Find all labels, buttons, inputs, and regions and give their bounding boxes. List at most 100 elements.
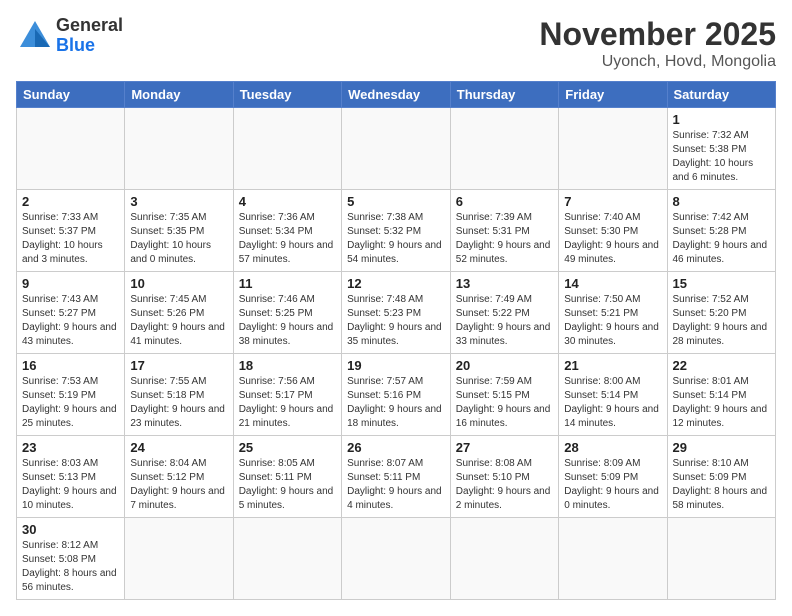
calendar-cell: 4 Sunrise: 7:36 AM Sunset: 5:34 PM Daylig… <box>233 190 341 272</box>
weekday-header-tuesday: Tuesday <box>233 82 341 108</box>
calendar-cell: 26Sunrise: 8:07 AM Sunset: 5:11 PM Dayli… <box>342 436 451 518</box>
calendar-cell: 18 Sunrise: 7:56 AM Sunset: 5:17 PM Dayli… <box>233 354 341 436</box>
day-info: Sunrise: 8:04 AM Sunset: 5:12 PM Dayligh… <box>130 457 227 513</box>
day-number: 24 <box>130 440 227 455</box>
day-number: 1 <box>673 112 771 127</box>
day-info: Sunrise: 7:33 AM Sunset: 5:37 PM Dayligh… <box>22 211 119 267</box>
day-number: 3 <box>130 194 227 209</box>
day-info: Sunrise: 7:56 AM Sunset: 5:17 PM Dayligh… <box>239 375 336 431</box>
day-number: 22 <box>673 358 771 373</box>
weekday-header-thursday: Thursday <box>450 82 558 108</box>
logo-wrap: General Blue <box>16 16 123 56</box>
calendar-cell: 20 Sunrise: 7:59 AM Sunset: 5:15 PM Dayli… <box>450 354 558 436</box>
day-info: Sunrise: 7:45 AM Sunset: 5:26 PM Dayligh… <box>130 293 227 349</box>
day-number: 11 <box>239 276 336 291</box>
logo-general: General <box>56 16 123 36</box>
calendar-cell <box>559 518 667 600</box>
calendar-cell: 25Sunrise: 8:05 AM Sunset: 5:11 PM Dayli… <box>233 436 341 518</box>
day-number: 17 <box>130 358 227 373</box>
calendar-cell: 11Sunrise: 7:46 AM Sunset: 5:25 PM Dayli… <box>233 272 341 354</box>
day-info: Sunrise: 7:48 AM Sunset: 5:23 PM Dayligh… <box>347 293 445 349</box>
calendar-cell: 28Sunrise: 8:09 AM Sunset: 5:09 PM Dayli… <box>559 436 667 518</box>
day-number: 16 <box>22 358 119 373</box>
day-number: 13 <box>456 276 553 291</box>
month-title: November 2025 <box>539 16 776 53</box>
calendar-cell <box>559 108 667 190</box>
day-info: Sunrise: 7:40 AM Sunset: 5:30 PM Dayligh… <box>564 211 661 267</box>
calendar-cell <box>17 108 125 190</box>
day-number: 6 <box>456 194 553 209</box>
day-info: Sunrise: 7:32 AM Sunset: 5:38 PM Dayligh… <box>673 129 771 185</box>
calendar-cell: 10 Sunrise: 7:45 AM Sunset: 5:26 PM Dayli… <box>125 272 233 354</box>
day-info: Sunrise: 7:42 AM Sunset: 5:28 PM Dayligh… <box>673 211 771 267</box>
day-info: Sunrise: 7:36 AM Sunset: 5:34 PM Dayligh… <box>239 211 336 267</box>
calendar-cell: 5 Sunrise: 7:38 AM Sunset: 5:32 PM Daylig… <box>342 190 451 272</box>
logo-blue: Blue <box>56 36 123 56</box>
day-info: Sunrise: 7:57 AM Sunset: 5:16 PM Dayligh… <box>347 375 445 431</box>
weekday-header-monday: Monday <box>125 82 233 108</box>
day-number: 18 <box>239 358 336 373</box>
calendar-cell <box>125 108 233 190</box>
day-number: 28 <box>564 440 661 455</box>
calendar-cell: 16Sunrise: 7:53 AM Sunset: 5:19 PM Dayli… <box>17 354 125 436</box>
calendar-cell <box>342 518 451 600</box>
day-info: Sunrise: 7:38 AM Sunset: 5:32 PM Dayligh… <box>347 211 445 267</box>
day-info: Sunrise: 7:35 AM Sunset: 5:35 PM Dayligh… <box>130 211 227 267</box>
calendar-cell <box>450 108 558 190</box>
calendar-cell <box>342 108 451 190</box>
calendar-cell <box>233 518 341 600</box>
day-info: Sunrise: 7:49 AM Sunset: 5:22 PM Dayligh… <box>456 293 553 349</box>
day-number: 2 <box>22 194 119 209</box>
calendar-cell: 8 Sunrise: 7:42 AM Sunset: 5:28 PM Daylig… <box>667 190 776 272</box>
calendar-cell: 6 Sunrise: 7:39 AM Sunset: 5:31 PM Daylig… <box>450 190 558 272</box>
weekday-header-wednesday: Wednesday <box>342 82 451 108</box>
day-number: 10 <box>130 276 227 291</box>
day-number: 4 <box>239 194 336 209</box>
header: General Blue November 2025 Uyonch, Hovd,… <box>16 16 776 71</box>
calendar-cell: 13 Sunrise: 7:49 AM Sunset: 5:22 PM Dayli… <box>450 272 558 354</box>
day-number: 29 <box>673 440 771 455</box>
logo: General Blue <box>16 16 123 56</box>
day-info: Sunrise: 7:52 AM Sunset: 5:20 PM Dayligh… <box>673 293 771 349</box>
day-number: 25 <box>239 440 336 455</box>
week-row-2: 2 Sunrise: 7:33 AM Sunset: 5:37 PM Daylig… <box>17 190 776 272</box>
day-number: 8 <box>673 194 771 209</box>
day-number: 30 <box>22 522 119 537</box>
day-info: Sunrise: 8:01 AM Sunset: 5:14 PM Dayligh… <box>673 375 771 431</box>
day-number: 12 <box>347 276 445 291</box>
day-number: 9 <box>22 276 119 291</box>
day-info: Sunrise: 8:03 AM Sunset: 5:13 PM Dayligh… <box>22 457 119 513</box>
day-number: 5 <box>347 194 445 209</box>
day-number: 20 <box>456 358 553 373</box>
calendar-cell: 1 Sunrise: 7:32 AM Sunset: 5:38 PM Daylig… <box>667 108 776 190</box>
day-info: Sunrise: 8:00 AM Sunset: 5:14 PM Dayligh… <box>564 375 661 431</box>
logo-icon <box>16 19 54 53</box>
calendar-cell: 2 Sunrise: 7:33 AM Sunset: 5:37 PM Daylig… <box>17 190 125 272</box>
calendar-cell <box>667 518 776 600</box>
calendar-cell: 21 Sunrise: 8:00 AM Sunset: 5:14 PM Dayli… <box>559 354 667 436</box>
day-number: 21 <box>564 358 661 373</box>
day-info: Sunrise: 7:39 AM Sunset: 5:31 PM Dayligh… <box>456 211 553 267</box>
calendar-cell: 12 Sunrise: 7:48 AM Sunset: 5:23 PM Dayli… <box>342 272 451 354</box>
day-info: Sunrise: 7:43 AM Sunset: 5:27 PM Dayligh… <box>22 293 119 349</box>
calendar-cell <box>125 518 233 600</box>
calendar-cell: 22 Sunrise: 8:01 AM Sunset: 5:14 PM Dayli… <box>667 354 776 436</box>
day-info: Sunrise: 7:50 AM Sunset: 5:21 PM Dayligh… <box>564 293 661 349</box>
calendar-cell: 24 Sunrise: 8:04 AM Sunset: 5:12 PM Dayli… <box>125 436 233 518</box>
day-number: 7 <box>564 194 661 209</box>
week-row-3: 9 Sunrise: 7:43 AM Sunset: 5:27 PM Daylig… <box>17 272 776 354</box>
day-number: 23 <box>22 440 119 455</box>
day-number: 26 <box>347 440 445 455</box>
day-info: Sunrise: 8:08 AM Sunset: 5:10 PM Dayligh… <box>456 457 553 513</box>
weekday-header-saturday: Saturday <box>667 82 776 108</box>
weekday-header-friday: Friday <box>559 82 667 108</box>
calendar-cell: 30 Sunrise: 8:12 AM Sunset: 5:08 PM Dayli… <box>17 518 125 600</box>
calendar-cell: 14Sunrise: 7:50 AM Sunset: 5:21 PM Dayli… <box>559 272 667 354</box>
day-info: Sunrise: 8:12 AM Sunset: 5:08 PM Dayligh… <box>22 539 119 595</box>
weekday-header-sunday: Sunday <box>17 82 125 108</box>
day-number: 19 <box>347 358 445 373</box>
calendar-cell: 9 Sunrise: 7:43 AM Sunset: 5:27 PM Daylig… <box>17 272 125 354</box>
calendar: SundayMondayTuesdayWednesdayThursdayFrid… <box>16 81 776 600</box>
week-row-4: 16Sunrise: 7:53 AM Sunset: 5:19 PM Dayli… <box>17 354 776 436</box>
day-info: Sunrise: 7:59 AM Sunset: 5:15 PM Dayligh… <box>456 375 553 431</box>
